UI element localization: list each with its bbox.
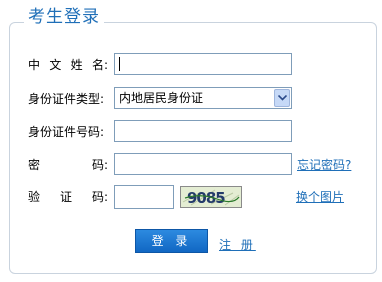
label-char: 名: (91, 58, 108, 72)
captcha-row: 验 证 码: 9085 换个图片 (0, 185, 382, 209)
label-char: 密 (28, 158, 41, 172)
password-input[interactable] (114, 153, 292, 175)
name-input[interactable] (114, 53, 292, 75)
captcha-image[interactable]: 9085 (180, 186, 242, 208)
label-char: 验 (28, 190, 41, 204)
name-row: 中 文 姓 名: (0, 53, 382, 77)
id-number-label: 身份证件号码: (28, 125, 105, 139)
dropdown-button[interactable] (274, 89, 290, 107)
label-char: 码: (91, 190, 108, 204)
chevron-down-icon (278, 95, 287, 101)
login-button[interactable]: 登 录 (135, 229, 208, 253)
register-link[interactable]: 注 册 (219, 236, 256, 253)
label-char: 码: (91, 158, 108, 172)
id-number-input[interactable] (114, 120, 292, 142)
forgot-password-link[interactable]: 忘记密码? (297, 157, 351, 173)
label-char: 中 (28, 58, 41, 72)
captcha-input[interactable] (114, 185, 174, 209)
name-label: 中 文 姓 名: (28, 57, 108, 73)
id-type-selected: 内地居民身份证 (119, 91, 204, 105)
label-char: 文 (49, 58, 62, 72)
form-title: 考生登录 (24, 7, 104, 27)
id-type-row: 身份证件类型: 内地居民身份证 (0, 87, 382, 111)
id-type-select[interactable]: 内地居民身份证 (114, 87, 292, 109)
password-row: 密 码: 忘记密码? (0, 153, 382, 177)
id-number-row: 身份证件号码: (0, 120, 382, 144)
text-caret (119, 56, 120, 71)
captcha-text: 9085 (187, 189, 225, 207)
password-label: 密 码: (28, 157, 108, 173)
captcha-label: 验 证 码: (28, 189, 108, 205)
id-type-label: 身份证件类型: (28, 92, 105, 106)
label-char: 姓 (70, 58, 83, 72)
captcha-graphic: 9085 (181, 187, 241, 207)
label-char: 证 (59, 190, 72, 204)
refresh-captcha-link[interactable]: 换个图片 (296, 189, 344, 205)
